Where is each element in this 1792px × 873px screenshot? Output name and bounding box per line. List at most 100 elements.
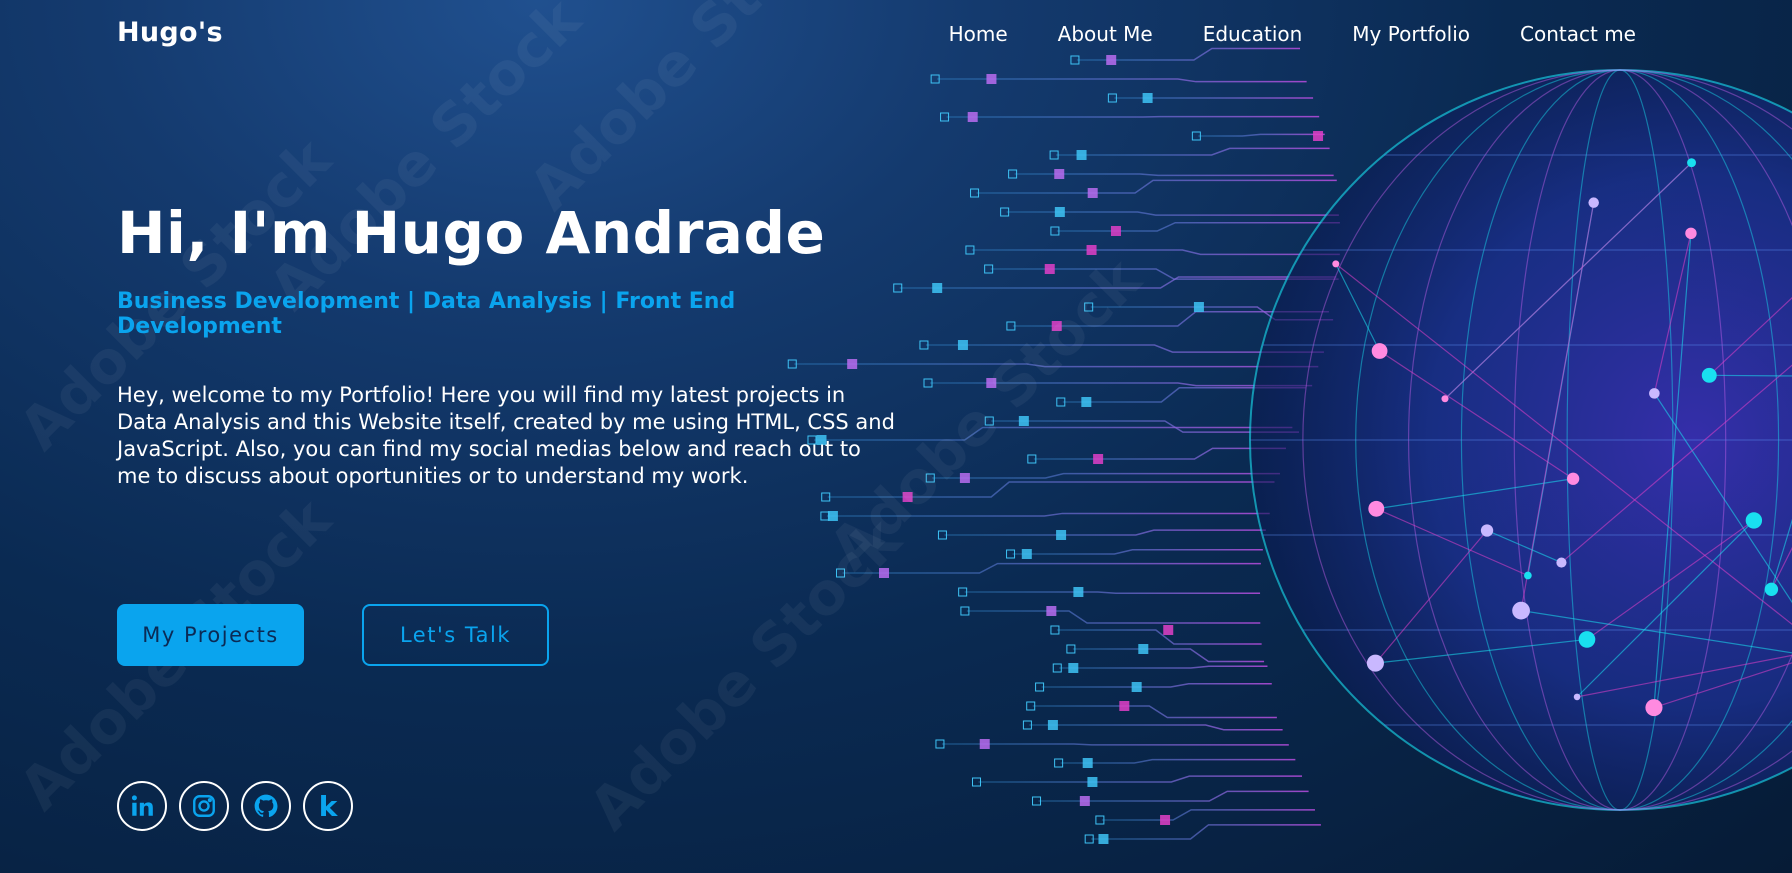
social-links: k: [117, 781, 353, 831]
circuit-node: [1160, 815, 1171, 825]
globe-node: [1573, 693, 1581, 701]
circuit-node: [1076, 150, 1087, 160]
circuit-node: [827, 511, 838, 521]
hero-section: Hi, I'm Hugo Andrade Business Developmen…: [117, 199, 895, 490]
circuit-line: [1059, 665, 1268, 669]
nav-home[interactable]: Home: [949, 22, 1008, 46]
circuit-node: [1086, 245, 1097, 255]
circuit-line: [1012, 549, 1263, 555]
globe-node: [1764, 582, 1779, 596]
site-header: Hugo's Home About Me Education My Portfo…: [0, 0, 1792, 70]
globe-node: [1556, 557, 1567, 568]
circuit-node: [1138, 644, 1149, 654]
globe-node: [1649, 388, 1660, 399]
circuit-node: [1054, 207, 1065, 217]
circuit-node: [967, 112, 978, 122]
hero-intro-text: Hey, welcome to my Portfolio! Here you w…: [117, 382, 895, 488]
circuit-node: [979, 739, 990, 749]
circuit-line: [971, 249, 1340, 256]
globe-node: [1685, 227, 1697, 240]
nav-contact-me[interactable]: Contact me: [1520, 22, 1636, 46]
my-projects-button[interactable]: My Projects: [117, 604, 304, 666]
circuit-line: [1101, 809, 1315, 821]
circuit-node: [1119, 701, 1130, 711]
circuit-node: [1087, 188, 1098, 198]
circuit-node: [1110, 226, 1121, 236]
circuit-node: [1068, 663, 1079, 673]
globe-node: [1578, 631, 1596, 648]
nav-education[interactable]: Education: [1203, 22, 1303, 46]
globe-node: [1368, 500, 1385, 517]
circuit-node: [1073, 587, 1084, 597]
globe-node: [1480, 524, 1494, 537]
circuit-node: [902, 492, 913, 502]
hero-subtitle: Business Development | Data Analysis | F…: [117, 288, 736, 339]
circuit-node: [879, 568, 890, 578]
globe-node: [1332, 260, 1340, 268]
circuit-node: [1054, 169, 1065, 179]
circuit-line: [966, 610, 1261, 624]
linkedin-icon: [131, 795, 153, 816]
circuit-line: [1032, 705, 1277, 719]
circuit-line: [1091, 824, 1321, 840]
circuit-node: [986, 74, 997, 84]
circuit-node: [1082, 758, 1093, 768]
circuit-line: [1072, 648, 1265, 663]
circuit-node: [1098, 834, 1109, 844]
globe-node: [1745, 512, 1763, 529]
circuit-line: [1041, 682, 1272, 688]
nav-about-me[interactable]: About Me: [1058, 22, 1153, 46]
circuit-line: [944, 529, 1266, 536]
globe-node: [1645, 699, 1663, 717]
github-link[interactable]: [241, 781, 291, 831]
circuit-node: [1093, 454, 1104, 464]
circuit-line: [842, 562, 1261, 574]
circuit-line: [976, 179, 1337, 194]
nav-my-portfolio[interactable]: My Portfolio: [1352, 22, 1470, 46]
circuit-node: [1081, 397, 1092, 407]
circuit-node: [959, 473, 970, 483]
kaggle-icon: k: [318, 789, 338, 823]
globe-node: [1366, 654, 1384, 672]
instagram-icon: [193, 795, 215, 817]
circuit-node: [932, 283, 943, 293]
circuit-node: [1163, 625, 1174, 635]
circuit-node: [1313, 131, 1324, 141]
circuit-node: [1018, 416, 1029, 426]
instagram-link[interactable]: [179, 781, 229, 831]
lets-talk-button[interactable]: Let's Talk: [362, 604, 549, 666]
circuit-node: [1193, 302, 1204, 312]
circuit-line: [941, 743, 1289, 746]
circuit-line: [978, 775, 1303, 783]
circuit-line: [1033, 447, 1286, 460]
circuit-node: [1056, 530, 1067, 540]
circuit-node: [1044, 264, 1055, 274]
circuit-line: [1056, 629, 1262, 645]
circuit-line: [1038, 790, 1309, 802]
circuit-node: [1131, 682, 1142, 692]
circuit-line: [964, 591, 1261, 594]
hero-buttons: My Projects Let's Talk: [117, 604, 549, 666]
main-nav: Home About Me Education My Portfolio Con…: [949, 22, 1636, 46]
site-logo[interactable]: Hugo's: [117, 17, 223, 48]
hero-title: Hi, I'm Hugo Andrade: [117, 199, 826, 267]
circuit-node: [1051, 321, 1062, 331]
circuit-line: [1060, 758, 1296, 764]
globe-node: [1371, 343, 1388, 359]
globe-node: [1687, 158, 1697, 168]
globe-node: [1701, 367, 1717, 383]
circuit-node: [1079, 796, 1090, 806]
circuit-node: [1047, 720, 1058, 730]
github-icon: [254, 794, 278, 818]
circuit-node: [1087, 777, 1098, 787]
globe-node: [1441, 395, 1449, 403]
circuit-node: [986, 378, 997, 388]
circuit-line: [1029, 724, 1283, 731]
circuit-line: [1056, 221, 1340, 232]
globe-node: [1524, 571, 1532, 580]
globe-node: [1588, 197, 1599, 208]
circuit-line: [826, 512, 1270, 517]
linkedin-link[interactable]: [117, 781, 167, 831]
globe-node: [1566, 472, 1580, 485]
kaggle-link[interactable]: k: [303, 781, 353, 831]
